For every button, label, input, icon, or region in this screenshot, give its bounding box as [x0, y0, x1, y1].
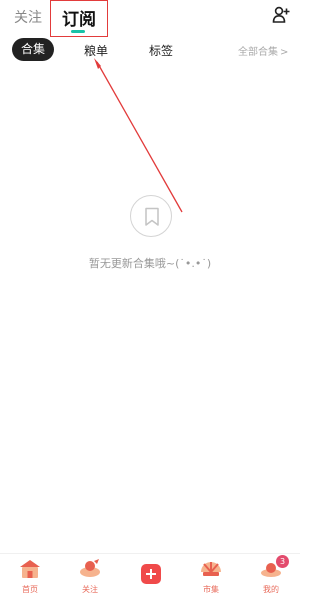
- nav-market[interactable]: 市集: [191, 556, 231, 604]
- tab-follow[interactable]: 关注: [14, 7, 42, 27]
- nav-home-label: 首页: [22, 585, 38, 594]
- nav-mine[interactable]: 3 我的: [251, 555, 291, 604]
- market-icon: [201, 562, 221, 576]
- empty-state-message: 暂无更新合集哦~(˙•.•˙): [88, 257, 212, 270]
- nav-follow[interactable]: 关注: [70, 556, 110, 604]
- nav-market-label: 市集: [203, 585, 219, 594]
- nav-home[interactable]: 首页: [10, 556, 50, 604]
- annotation-highlight-box: [50, 0, 108, 37]
- nav-mine-label: 我的: [263, 585, 279, 594]
- subtab-tags[interactable]: 标签: [149, 42, 173, 59]
- nav-add[interactable]: [131, 556, 171, 604]
- annotation-arrow: [94, 58, 183, 213]
- nav-follow-label: 关注: [82, 585, 98, 594]
- bookmark-icon: [145, 207, 159, 226]
- add-user-icon[interactable]: [272, 6, 290, 24]
- empty-state-icon-circle: [130, 195, 172, 237]
- subtab-food-list[interactable]: 粮单: [84, 42, 108, 59]
- top-header: 关注 订阅: [0, 0, 300, 37]
- bottom-nav: 首页 关注 市集 3 我的: [0, 553, 300, 605]
- subtab-collections[interactable]: 合集: [12, 38, 54, 61]
- all-collections-label: 全部合集: [238, 47, 278, 58]
- sub-tab-bar: 合集 粮单 标签 全部合集 >: [0, 36, 300, 64]
- add-plus-icon: [141, 564, 161, 584]
- notification-badge: 3: [276, 555, 289, 568]
- chevron-right-icon: >: [280, 47, 289, 58]
- all-collections-link[interactable]: 全部合集 >: [238, 43, 288, 58]
- follow-icon: [80, 559, 100, 577]
- home-house-icon: [20, 560, 40, 578]
